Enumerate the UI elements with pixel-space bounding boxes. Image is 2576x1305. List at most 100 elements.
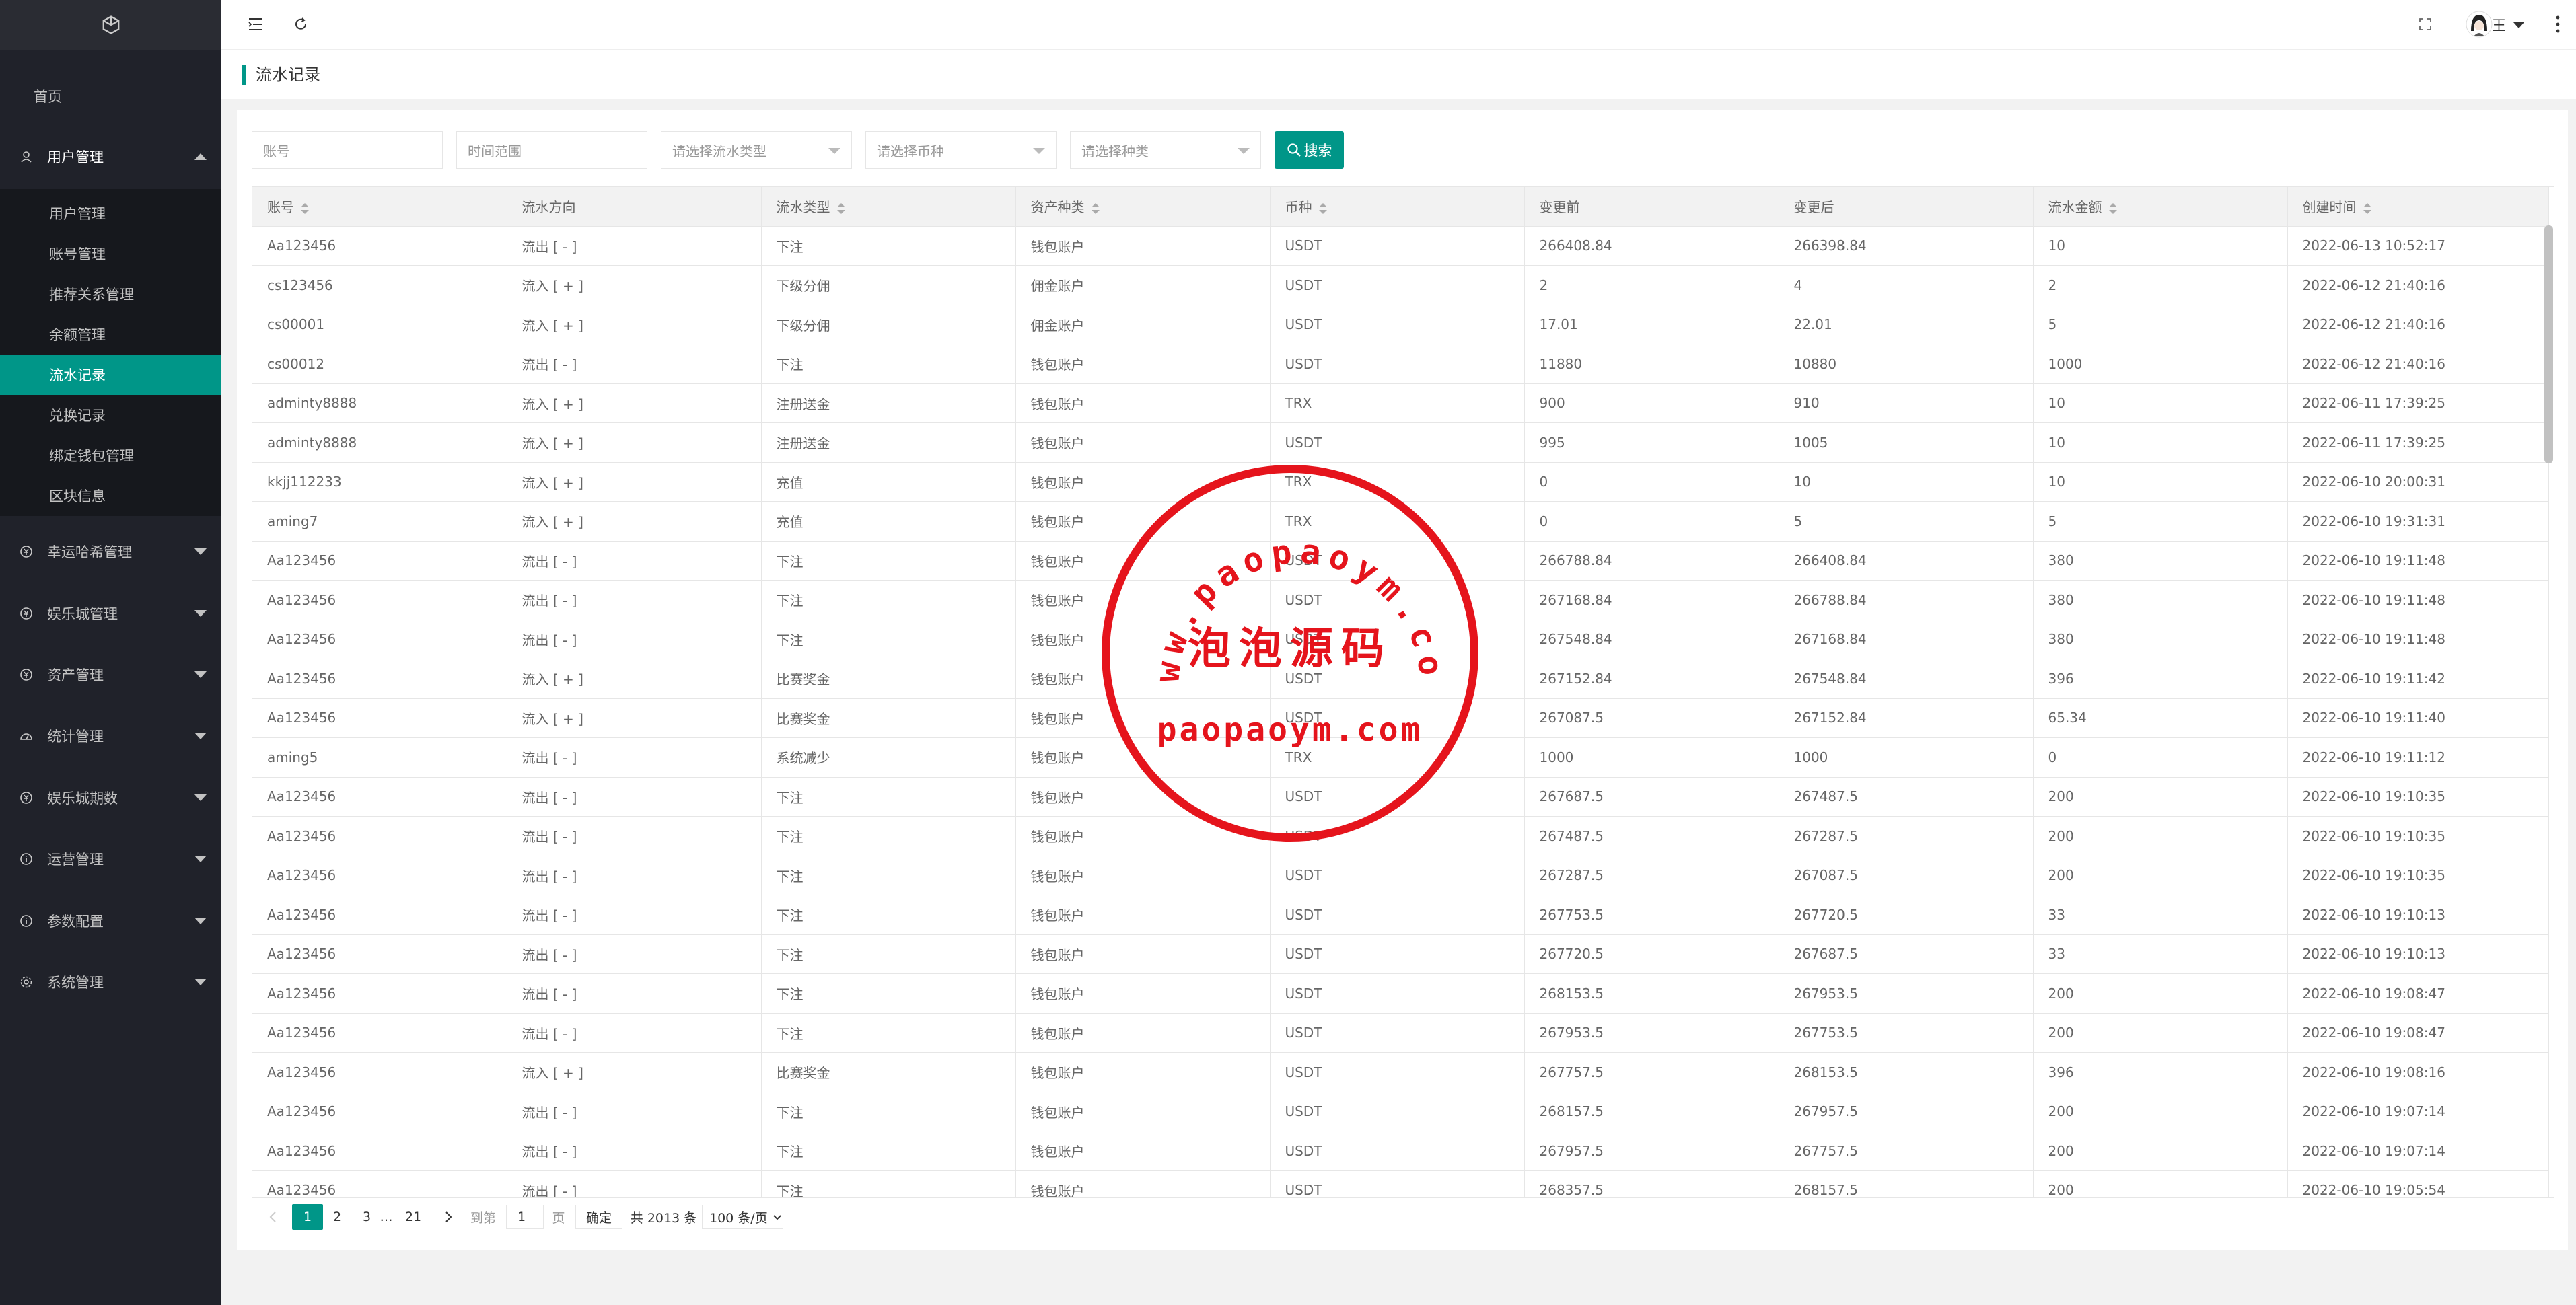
column-header[interactable]: 币种 xyxy=(1270,187,1525,227)
chevron-down-icon xyxy=(194,856,207,862)
column-header[interactable]: 创建时间 xyxy=(2287,187,2549,227)
next-page-icon[interactable] xyxy=(440,1204,458,1230)
sort-icon[interactable] xyxy=(1318,202,1327,214)
menu-lucky-hash[interactable]: 幸运哈希管理 xyxy=(0,531,221,572)
table-row[interactable]: Aa123456 流出 [ - ] 下注 钱包账户 USDT 266788.84 26640… xyxy=(252,541,2549,581)
sort-icon[interactable] xyxy=(1091,202,1100,214)
table-cell: 2022-06-13 10:52:17 xyxy=(2287,226,2549,266)
page-1-button[interactable]: 1 xyxy=(292,1204,323,1230)
table-row[interactable]: Aa123456 流出 [ - ] 下注 钱包账户 USDT 267953.5 267753… xyxy=(252,1013,2549,1053)
table-cell: 流出 [ - ] xyxy=(507,344,762,384)
table-cell: 钱包账户 xyxy=(1015,777,1271,817)
page-size-select[interactable]: 100 条/页 xyxy=(702,1205,783,1229)
coin-icon xyxy=(19,667,34,682)
sort-icon[interactable] xyxy=(2363,202,2371,214)
column-header[interactable]: 流水金额 xyxy=(2033,187,2288,227)
prev-page-icon[interactable] xyxy=(264,1204,281,1230)
kind-select[interactable]: 请选择种类 xyxy=(1070,131,1261,169)
currency-select[interactable]: 请选择币种 xyxy=(865,131,1057,169)
sidebar-item-block[interactable]: 区块信息 xyxy=(0,476,221,516)
chevron-down-icon xyxy=(194,979,207,985)
table-cell: 267087.5 xyxy=(1524,698,1779,738)
table-row[interactable]: Aa123456 流入 [ + ] 比赛奖金 钱包账户 USDT 267152.84 267… xyxy=(252,659,2549,699)
table-cell: 注册送金 xyxy=(761,383,1016,423)
goto-confirm-button[interactable]: 确定 xyxy=(575,1205,622,1229)
chevron-down-icon[interactable] xyxy=(2513,20,2525,30)
fullscreen-icon[interactable] xyxy=(2416,15,2435,34)
table-row[interactable]: Aa123456 流出 [ - ] 下注 钱包账户 USDT 267753.5 267720… xyxy=(252,895,2549,935)
sort-icon[interactable] xyxy=(836,202,845,214)
table-cell: 33 xyxy=(2033,895,2288,935)
table-cell: 0 xyxy=(1524,462,1779,502)
menu-parameters[interactable]: 参数配置 xyxy=(0,901,221,941)
menu-system[interactable]: 系统管理 xyxy=(0,962,221,1002)
table-row[interactable]: cs00001 流入 [ + ] 下级分佣 佣金账户 USDT 17.01 22.01 5 20… xyxy=(252,305,2549,344)
table-cell: 流出 [ - ] xyxy=(507,737,762,778)
table-row[interactable]: Aa123456 流入 [ + ] 比赛奖金 钱包账户 USDT 267087.5 2671… xyxy=(252,698,2549,738)
menu-home[interactable]: 首页 xyxy=(0,76,221,116)
table-row[interactable]: Aa123456 流入 [ + ] 比赛奖金 钱包账户 USDT 267757.5 2681… xyxy=(252,1052,2549,1092)
table-row[interactable]: Aa123456 流出 [ - ] 下注 钱包账户 USDT 267957.5 267757… xyxy=(252,1131,2549,1171)
sidebar-item-account[interactable]: 账号管理 xyxy=(0,233,221,274)
table-row[interactable]: Aa123456 流出 [ - ] 下注 钱包账户 USDT 267487.5 267287… xyxy=(252,816,2549,856)
account-input[interactable]: 账号 xyxy=(252,131,443,169)
table-row[interactable]: Aa123456 流出 [ - ] 下注 钱包账户 USDT 267168.84 26678… xyxy=(252,580,2549,620)
more-vertical-icon[interactable] xyxy=(2553,13,2563,35)
user-name[interactable]: 王 xyxy=(2492,15,2506,35)
table-row[interactable]: Aa123456 流出 [ - ] 下注 钱包账户 USDT 268157.5 267957… xyxy=(252,1092,2549,1131)
table-row[interactable]: Aa123456 流出 [ - ] 下注 钱包账户 USDT 267548.84 26716… xyxy=(252,620,2549,659)
sidebar-item-user[interactable]: 用户管理 xyxy=(0,193,221,233)
column-header: 流水方向 xyxy=(507,187,762,227)
table-cell: 下注 xyxy=(761,856,1016,895)
table-cell: 995 xyxy=(1524,422,1779,463)
sidebar-item-balance[interactable]: 余额管理 xyxy=(0,314,221,355)
table-cell: 380 xyxy=(2033,580,2288,620)
sort-icon[interactable] xyxy=(2108,202,2117,214)
table-row[interactable]: kkjj112233 流入 [ + ] 充值 钱包账户 TRX 0 10 10 2022-06-… xyxy=(252,462,2549,502)
table-row[interactable]: Aa123456 流出 [ - ] 下注 钱包账户 USDT 268153.5 267953… xyxy=(252,973,2549,1014)
avatar[interactable] xyxy=(2466,11,2493,38)
user-icon xyxy=(19,149,34,164)
table-row[interactable]: cs123456 流入 [ + ] 下级分佣 佣金账户 USDT 2 4 2 2022-06-1… xyxy=(252,265,2549,305)
column-header[interactable]: 资产种类 xyxy=(1015,187,1271,227)
page-2-button[interactable]: 2 xyxy=(327,1204,347,1230)
collapse-menu-icon[interactable] xyxy=(246,15,265,34)
sidebar-item-exchange[interactable]: 兑换记录 xyxy=(0,395,221,435)
table-row[interactable]: cs00012 流出 [ - ] 下注 钱包账户 USDT 11880 10880 1000 2… xyxy=(252,344,2549,384)
search-button[interactable]: 搜索 xyxy=(1275,131,1344,169)
chevron-up-icon xyxy=(194,153,207,160)
table-cell: adminty8888 xyxy=(252,422,507,463)
sidebar-item-wallet[interactable]: 绑定钱包管理 xyxy=(0,435,221,476)
time-range-input[interactable]: 时间范围 xyxy=(456,131,647,169)
menu-casino[interactable]: 娱乐城管理 xyxy=(0,593,221,634)
page-21-button[interactable]: 21 xyxy=(400,1204,427,1230)
refresh-icon[interactable] xyxy=(291,15,310,34)
table-row[interactable]: Aa123456 流出 [ - ] 下注 钱包账户 USDT 267287.5 267087… xyxy=(252,856,2549,895)
table-cell: 钱包账户 xyxy=(1015,541,1271,581)
table-scrollbar[interactable] xyxy=(2544,225,2553,463)
menu-assets[interactable]: 资产管理 xyxy=(0,655,221,695)
table-row[interactable]: aming7 流入 [ + ] 充值 钱包账户 TRX 0 5 5 2022-06-10 19:… xyxy=(252,501,2549,542)
goto-page-input[interactable]: 1 xyxy=(506,1205,544,1229)
menu-operations[interactable]: 运营管理 xyxy=(0,839,221,879)
table-row[interactable]: Aa123456 流出 [ - ] 下注 钱包账户 USDT 266408.84 26639… xyxy=(252,226,2549,266)
table-row[interactable]: Aa123456 流出 [ - ] 下注 钱包账户 USDT 267720.5 267687… xyxy=(252,934,2549,974)
sidebar-item-flow-records[interactable]: 流水记录 xyxy=(0,355,221,395)
column-header[interactable]: 账号 xyxy=(252,187,507,227)
table-header-row: 账号 流水方向 流水类型 资产种类 币种 变更前 变更后 流水金额 创建时间 xyxy=(252,187,2549,227)
column-header[interactable]: 流水类型 xyxy=(761,187,1016,227)
table-row[interactable]: Aa123456 流出 [ - ] 下注 钱包账户 USDT 268357.5 268157… xyxy=(252,1170,2549,1197)
table-row[interactable]: adminty8888 流入 [ + ] 注册送金 钱包账户 TRX 900 910 10 20… xyxy=(252,383,2549,423)
menu-statistics[interactable]: 统计管理 xyxy=(0,716,221,756)
flow-type-select[interactable]: 请选择流水类型 xyxy=(661,131,852,169)
menu-user-management[interactable]: 用户管理 xyxy=(0,137,221,177)
sidebar-item-referral[interactable]: 推荐关系管理 xyxy=(0,274,221,314)
table-row[interactable]: aming5 流出 [ - ] 系统减少 钱包账户 TRX 1000 1000 0 2022-0… xyxy=(252,737,2549,778)
page-3-button[interactable]: 3 xyxy=(357,1204,377,1230)
table-row[interactable]: Aa123456 流出 [ - ] 下注 钱包账户 USDT 267687.5 267487… xyxy=(252,777,2549,817)
table-row[interactable]: adminty8888 流入 [ + ] 注册送金 钱包账户 USDT 995 1005 10… xyxy=(252,422,2549,463)
sort-icon[interactable] xyxy=(301,202,309,214)
menu-casino-periods[interactable]: 娱乐城期数 xyxy=(0,778,221,818)
table-cell: 267548.84 xyxy=(1524,620,1779,659)
logo[interactable] xyxy=(0,0,221,50)
